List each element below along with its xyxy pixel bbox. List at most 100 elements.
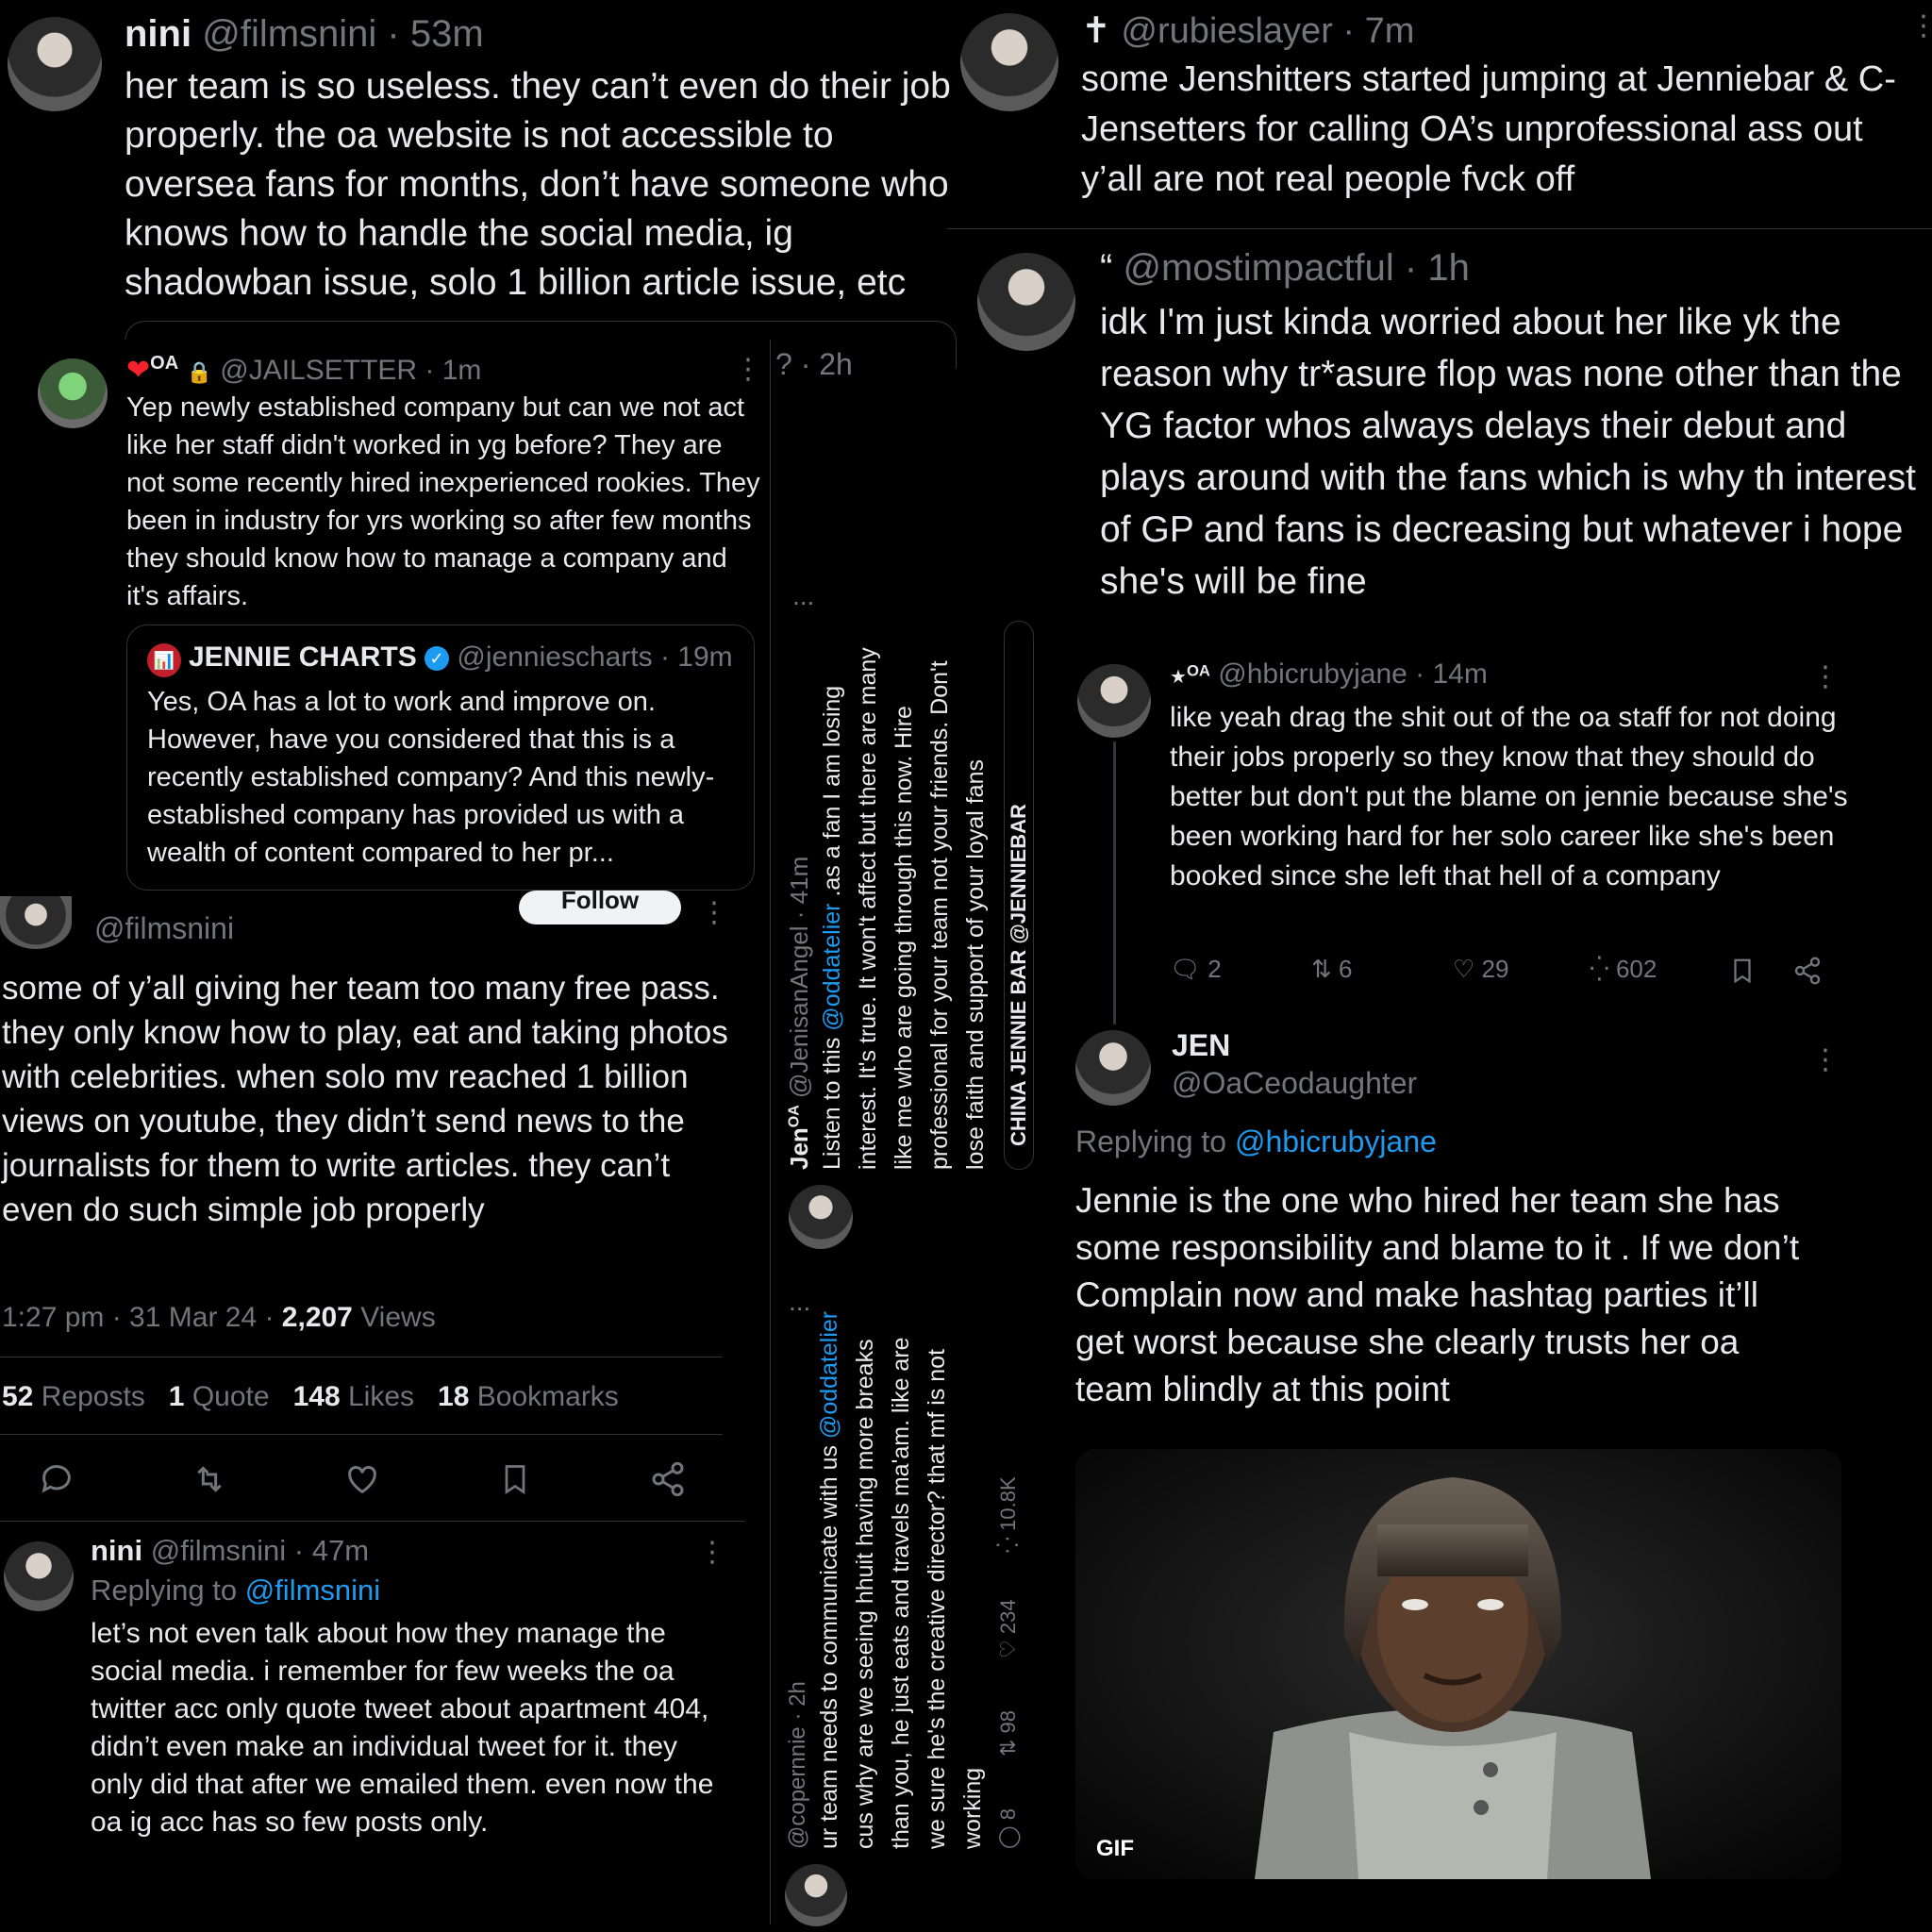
mention-link[interactable]: @oddatelier <box>819 904 845 1031</box>
post-text: her team is so useless. they can’t even … <box>125 66 951 303</box>
quote-meta: @jenniescharts · 19m <box>457 641 733 673</box>
cross-icon: ✝ <box>1081 11 1111 51</box>
author-meta: @JenisanAngel · 41m <box>785 856 813 1098</box>
avatar[interactable] <box>8 17 102 111</box>
avatar[interactable] <box>38 358 108 428</box>
bookmarks-stat[interactable]: 18 Bookmarks <box>438 1381 619 1412</box>
divider <box>947 228 1932 229</box>
post-header: ★OA @hbicrubyjane · 14m <box>1170 658 1488 691</box>
quote-header: CHINA JENNIE BAR @JENNIEBAR <box>1007 804 1030 1146</box>
author-meta: @filmsnini · 53m <box>202 13 484 55</box>
oa-badge: OA <box>786 1105 803 1128</box>
rotated-dots[interactable]: ... <box>789 1287 810 1317</box>
time-text: 1:27 pm · 31 Mar 24 · <box>2 1302 282 1333</box>
more-icon[interactable]: ⋮ <box>698 1536 728 1569</box>
rotated-dots[interactable]: ... <box>792 581 814 611</box>
action-row: 🗨 2 ⇅ 6 ♡ 29 ⁛ 602 <box>1170 955 1830 992</box>
bookmark-icon[interactable] <box>1728 955 1757 987</box>
like-button[interactable]: ♡ 29 <box>1453 955 1508 984</box>
more-icon[interactable]: ⋮ <box>1811 660 1841 693</box>
like-count[interactable]: ♡ 234 <box>996 1599 1020 1658</box>
avatar[interactable] <box>785 1864 847 1926</box>
reply-icon[interactable] <box>38 1460 75 1498</box>
more-icon[interactable]: ⋮ <box>1909 9 1932 42</box>
avatar[interactable] <box>960 13 1058 111</box>
mention-link[interactable]: @oddatelier <box>816 1311 842 1439</box>
post-header: nini @filmsnini · 47m <box>91 1534 369 1568</box>
post-text: let’s not even talk about how they manag… <box>91 1618 714 1838</box>
more-icon[interactable]: ⋮ <box>700 896 730 929</box>
repost-icon[interactable] <box>189 1460 230 1498</box>
avatar[interactable] <box>0 896 72 949</box>
more-icon[interactable]: ⋮ <box>734 353 764 386</box>
more-icon[interactable]: ⋮ <box>1811 1043 1841 1076</box>
views-label: Views <box>352 1302 436 1333</box>
post-text: Listen to this @oddatelier .as a fan I a… <box>814 623 993 1170</box>
author-meta: @copernnie · 2h <box>785 1681 810 1849</box>
post-header: nini @filmsnini · 53m <box>125 13 484 56</box>
bookmark-icon[interactable] <box>498 1460 532 1498</box>
author-name[interactable]: JEN <box>1172 1028 1230 1063</box>
gif-media[interactable]: GIF <box>1075 1449 1841 1879</box>
avatar[interactable] <box>789 1185 853 1249</box>
follow-button[interactable]: Follow <box>519 891 681 924</box>
engagement-stats: 52 Reposts 1 Quote 148 Likes 18 Bookmark… <box>2 1381 619 1413</box>
gif-preview-image <box>1075 1449 1841 1879</box>
author-meta: @rubieslayer · 7m <box>1121 11 1415 51</box>
text-part: cus why are we seeing hhuit having more … <box>852 1337 986 1849</box>
rotated-post-jenisanangel: JenOA @JenisanAngel · 41m Listen to this… <box>785 623 1021 1170</box>
post-text: idk I'm just kinda worried about her lik… <box>1100 302 1916 602</box>
reply-context: Replying to @filmsnini <box>91 1574 380 1607</box>
like-icon[interactable] <box>343 1460 381 1498</box>
post-header: ✝ @rubieslayer · 7m <box>1081 9 1414 52</box>
post-text: some of y’all giving her team too many f… <box>2 970 728 1228</box>
quotes-stat[interactable]: 1 Quote <box>169 1381 270 1412</box>
likes-stat[interactable]: 148 Likes <box>293 1381 414 1412</box>
text-part: ur team needs to communicate with us <box>816 1439 842 1849</box>
reply-to-link[interactable]: @hbicrubyjane <box>1235 1124 1437 1158</box>
quote-header: JENNIE CHARTS ✓ @jenniescharts · 19m <box>189 641 733 674</box>
text-part: Listen to this <box>819 1030 845 1170</box>
star-oa-badge: ★OA <box>1170 661 1210 688</box>
post-header: “ @mostimpactful · 1h <box>1100 247 1470 290</box>
share-icon[interactable] <box>649 1460 687 1498</box>
author-handle: @filmsnini <box>94 911 235 945</box>
author-name[interactable]: Jen <box>785 1127 813 1170</box>
share-icon[interactable] <box>1792 955 1823 987</box>
repost-count[interactable]: ⇅ 98 <box>996 1710 1020 1757</box>
post-text: Yep newly established company but can we… <box>126 392 760 611</box>
gif-badge: GIF <box>1096 1836 1134 1861</box>
divider <box>0 1521 745 1522</box>
avatar[interactable] <box>4 1541 74 1611</box>
view-count[interactable]: ⁛ 10.8K <box>996 1476 1020 1553</box>
author-handle: @OaCeodaughter <box>1172 1066 1418 1100</box>
verified-icon: ✓ <box>425 646 450 672</box>
thread-line <box>1113 741 1116 1024</box>
rotated-quote-card: CHINA JENNIE BAR @JENNIEBAR <box>1004 621 1034 1170</box>
views-button[interactable]: ⁛ 602 <box>1590 955 1657 984</box>
quote-avatar: 📊 <box>147 643 181 677</box>
clipped-meta: ? · 2h <box>775 347 853 381</box>
author-meta: @hbicrubyjane · 14m <box>1218 658 1488 690</box>
views-count: 2,207 <box>281 1302 353 1333</box>
avatar[interactable] <box>1077 664 1151 738</box>
lock-icon: 🔒 <box>186 360 212 384</box>
post-text: some Jenshitters started jumping at Jenn… <box>1081 59 1896 199</box>
reply-count[interactable]: ◯ 8 <box>996 1808 1020 1849</box>
post-text: ur team needs to communicate with us @od… <box>811 1302 991 1849</box>
post-text: Jennie is the one who hired her team she… <box>1075 1181 1800 1408</box>
author-name[interactable]: nini <box>91 1534 142 1567</box>
divider <box>0 1434 723 1435</box>
author-name[interactable]: nini <box>125 13 192 55</box>
rotated-action-row: ◯ 8 ⇅ 98 ♡ 234 ⁛ 10.8K <box>996 1302 1030 1849</box>
author-meta: @JAILSETTER · 1m <box>220 355 482 386</box>
repost-button[interactable]: ⇅ 6 <box>1311 955 1352 984</box>
avatar[interactable] <box>977 253 1075 351</box>
reply-button[interactable]: 🗨 2 <box>1170 955 1222 984</box>
avatar[interactable] <box>1075 1030 1151 1106</box>
reposts-stat[interactable]: 52 Reposts <box>2 1381 145 1412</box>
author-meta: @mostimpactful · 1h <box>1123 247 1470 289</box>
reply-to-link[interactable]: @filmsnini <box>245 1574 380 1607</box>
quote-mark-icon: “ <box>1100 247 1113 289</box>
post-timestamp: 1:27 pm · 31 Mar 24 · 2,207 Views <box>2 1302 436 1334</box>
